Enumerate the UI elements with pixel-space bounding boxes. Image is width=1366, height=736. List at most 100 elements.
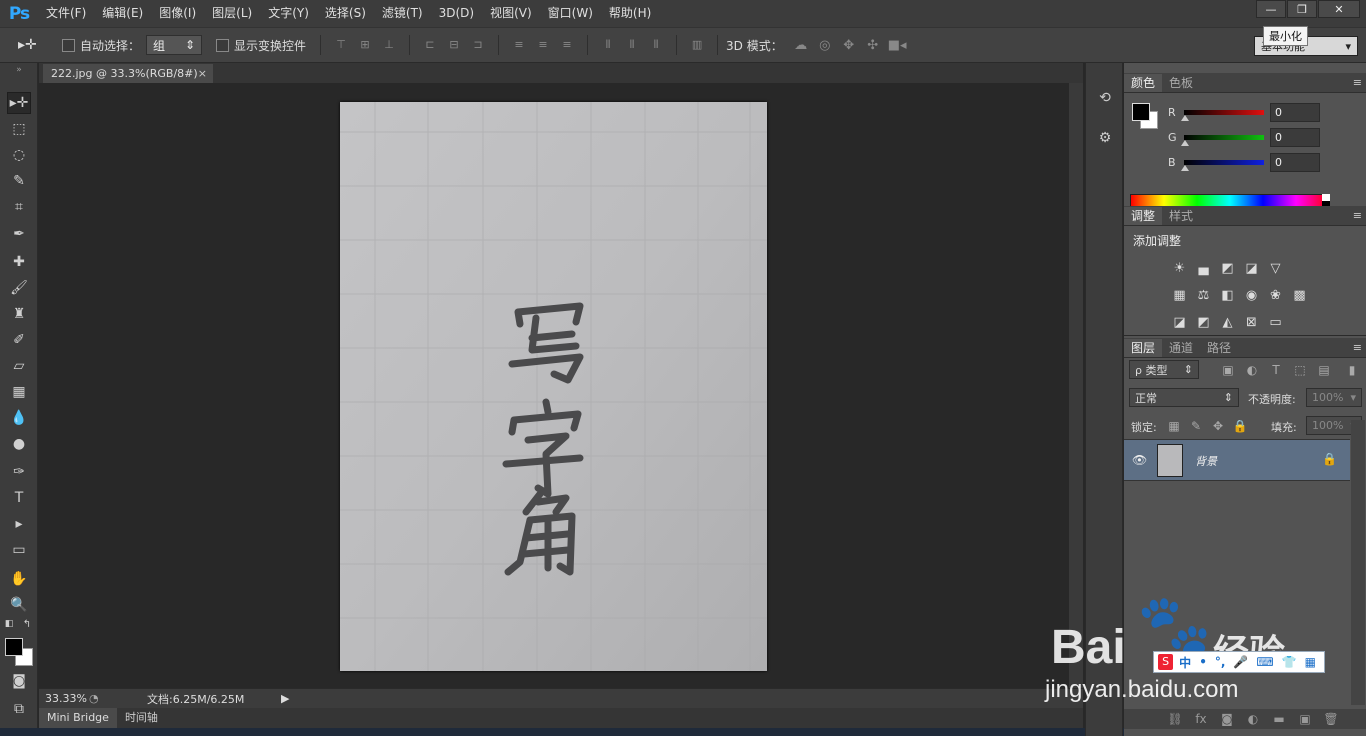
eyedropper-tool-icon[interactable]: ✒ (7, 223, 31, 245)
layer-row-background[interactable]: 👁 背景 🔒 (1124, 439, 1350, 481)
tab-color[interactable]: 颜色 (1124, 74, 1163, 92)
panel-menu-icon[interactable]: ≡ (1353, 76, 1362, 89)
curves-icon[interactable]: ◩ (1218, 260, 1237, 276)
layer-filter-dropdown[interactable]: ρ 类型 ⇕ (1129, 360, 1199, 379)
gradient-tool-icon[interactable]: ▦ (7, 381, 31, 403)
screen-mode-icon[interactable]: ⧉ (7, 698, 31, 720)
distribute-right-icon[interactable]: ⦀ (648, 38, 664, 52)
blur-tool-icon[interactable]: 💧 (7, 407, 31, 429)
history-panel-icon[interactable]: ⟲ (1094, 87, 1116, 109)
filter-type-icon[interactable]: T (1268, 362, 1284, 378)
slider-g[interactable] (1181, 135, 1264, 146)
ime-chinese-mode[interactable]: 中 (1179, 654, 1191, 671)
photo-filter-icon[interactable]: ◉ (1242, 287, 1261, 303)
3d-slide-icon[interactable]: ✣ (864, 38, 882, 53)
add-mask-icon[interactable]: ◙ (1218, 712, 1236, 726)
align-right-icon[interactable]: ⊐ (470, 38, 486, 52)
close-button[interactable]: ✕ (1318, 0, 1360, 18)
photoshop-logo[interactable]: Ps (0, 0, 38, 27)
align-bottom-icon[interactable]: ⊥ (381, 38, 397, 52)
tab-channels[interactable]: 通道 (1162, 339, 1200, 357)
3d-roll-icon[interactable]: ◎ (816, 38, 834, 53)
layers-scrollbar[interactable] (1351, 420, 1365, 705)
document-canvas[interactable] (340, 102, 767, 671)
3d-scale-icon[interactable]: ■◂ (888, 38, 907, 53)
lock-position-icon[interactable]: ✥ (1210, 418, 1226, 434)
distribute-top-icon[interactable]: ≡ (511, 38, 527, 52)
close-tab-icon[interactable]: × (198, 64, 207, 83)
color-balance-icon[interactable]: ⚖ (1194, 287, 1213, 303)
clone-stamp-tool-icon[interactable]: ♜ (7, 303, 31, 325)
quick-mask-icon[interactable]: ◙ (7, 670, 31, 692)
new-adjustment-icon[interactable]: ◐ (1244, 712, 1262, 726)
status-menu-arrow-icon[interactable]: ▶ (281, 692, 289, 705)
filter-shape-icon[interactable]: ⬚ (1292, 362, 1308, 378)
new-layer-icon[interactable]: ▣ (1296, 712, 1314, 726)
filter-adjustment-icon[interactable]: ◐ (1244, 362, 1260, 378)
path-selection-tool-icon[interactable]: ▸ (7, 513, 31, 535)
auto-select-dropdown[interactable]: 组 ⇕ (146, 35, 203, 55)
foreground-color-swatch[interactable] (1132, 103, 1150, 121)
delete-layer-icon[interactable]: 🗑 (1322, 712, 1340, 726)
exposure-icon[interactable]: ◪ (1242, 260, 1261, 276)
brightness-contrast-icon[interactable]: ☀ (1170, 260, 1189, 276)
eraser-tool-icon[interactable]: ▱ (7, 355, 31, 377)
value-g[interactable]: 0 (1270, 128, 1320, 147)
tab-paths[interactable]: 路径 (1200, 339, 1238, 357)
opacity-input[interactable]: 100% ▾ (1306, 388, 1362, 407)
lock-transparent-icon[interactable]: ▦ (1166, 418, 1182, 434)
menu-layer[interactable]: 图层(L) (204, 0, 260, 27)
zoom-tool-icon[interactable]: 🔍 (7, 594, 31, 616)
color-lookup-icon[interactable]: ▩ (1290, 287, 1309, 303)
distribute-hcenter-icon[interactable]: ⦀ (624, 38, 640, 52)
selective-color-icon[interactable]: ⊠ (1242, 314, 1261, 330)
status-info-icon[interactable]: ◔ (89, 692, 109, 705)
properties-panel-icon[interactable]: ⚙ (1094, 127, 1116, 149)
filter-smart-icon[interactable]: ▤ (1316, 362, 1332, 378)
filter-toggle-icon[interactable]: ▮ (1344, 362, 1360, 378)
black-white-icon[interactable]: ◧ (1218, 287, 1237, 303)
value-b[interactable]: 0 (1270, 153, 1320, 172)
distribute-left-icon[interactable]: ⦀ (600, 38, 616, 52)
minimize-button[interactable]: — (1256, 0, 1286, 18)
sogou-logo-icon[interactable]: S (1158, 654, 1174, 670)
hand-tool-icon[interactable]: ✋ (7, 568, 31, 590)
menu-window[interactable]: 窗口(W) (540, 0, 601, 27)
swap-colors-icon[interactable]: ↰ (20, 618, 34, 630)
visibility-eye-icon[interactable]: 👁 (1132, 453, 1147, 467)
tab-layers[interactable]: 图层 (1124, 339, 1163, 357)
move-tool-preset-icon[interactable]: ▸✛ (18, 37, 48, 53)
menu-type[interactable]: 文字(Y) (260, 0, 317, 27)
align-top-icon[interactable]: ⊤ (333, 38, 349, 52)
healing-brush-tool-icon[interactable]: ✚ (7, 251, 31, 273)
link-layers-icon[interactable]: ⛓ (1166, 712, 1184, 726)
align-left-icon[interactable]: ⊏ (422, 38, 438, 52)
dodge-tool-icon[interactable]: ● (7, 433, 31, 455)
slider-r[interactable] (1181, 110, 1264, 121)
menu-3d[interactable]: 3D(D) (431, 0, 482, 27)
align-vcenter-icon[interactable]: ⊞ (357, 38, 373, 52)
panel-menu-icon[interactable]: ≡ (1353, 209, 1362, 222)
slider-thumb[interactable] (1181, 165, 1189, 171)
layer-style-icon[interactable]: fx (1192, 712, 1210, 726)
invert-icon[interactable]: ◪ (1170, 314, 1189, 330)
tab-styles[interactable]: 样式 (1162, 207, 1200, 225)
show-transform-checkbox[interactable] (216, 38, 230, 52)
menu-image[interactable]: 图像(I) (151, 0, 204, 27)
posterize-icon[interactable]: ◩ (1194, 314, 1213, 330)
tab-mini-bridge[interactable]: Mini Bridge (39, 708, 117, 728)
threshold-icon[interactable]: ◭ (1218, 314, 1237, 330)
slider-thumb[interactable] (1181, 140, 1189, 146)
lock-all-icon[interactable]: 🔒 (1232, 418, 1248, 434)
history-brush-tool-icon[interactable]: ✐ (7, 329, 31, 351)
blend-mode-dropdown[interactable]: 正常 ⇕ (1129, 388, 1239, 407)
distribute-bottom-icon[interactable]: ≡ (559, 38, 575, 52)
type-tool-icon[interactable]: T (7, 487, 31, 509)
restore-button[interactable]: ❐ (1287, 0, 1317, 18)
pen-tool-icon[interactable]: ✑ (7, 461, 31, 483)
ime-punctuation[interactable]: °, (1215, 655, 1226, 669)
marquee-tool-icon[interactable]: ⬚ (7, 118, 31, 140)
foreground-color-swatch[interactable] (5, 638, 23, 656)
menu-file[interactable]: 文件(F) (38, 0, 94, 27)
crop-tool-icon[interactable]: ⌗ (7, 196, 31, 218)
